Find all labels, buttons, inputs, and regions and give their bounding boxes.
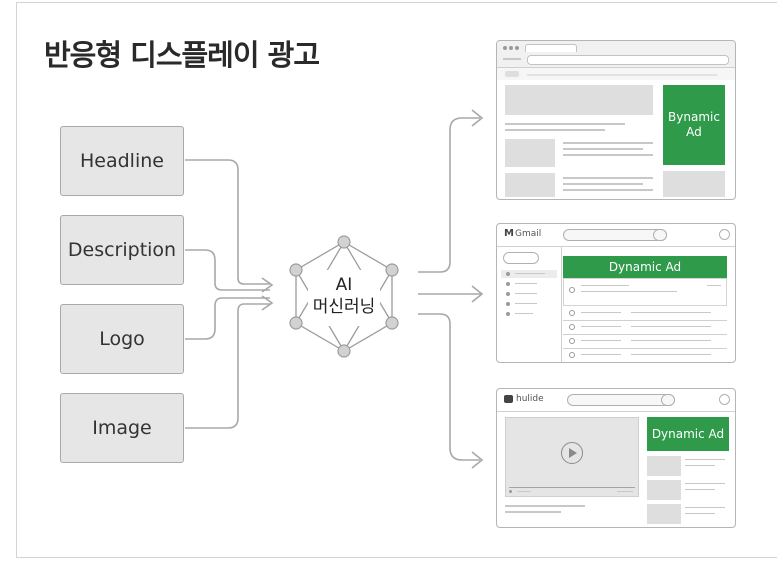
gmail-app-name: Gmail (515, 229, 542, 239)
ml-label: 머신러닝 (312, 297, 376, 317)
address-bar (527, 55, 729, 65)
web-page-mockup: Bynamic Ad (496, 40, 736, 200)
dynamic-ad-gmail: Dynamic Ad (563, 256, 727, 278)
gmail-avatar (719, 229, 730, 240)
video-logo-icon (504, 395, 513, 403)
ai-label: AI (335, 275, 353, 295)
connector-out-web (418, 117, 480, 273)
dynamic-ad-video: Dynamic Ad (647, 417, 729, 451)
input-headline: Headline (60, 126, 184, 196)
connector-headline (185, 159, 270, 285)
connector-image (185, 303, 270, 429)
gmail-logo-icon: M (504, 228, 514, 239)
video-search-bar (567, 394, 675, 406)
input-logo-label: Logo (99, 328, 145, 350)
input-image-label: Image (92, 417, 152, 439)
gmail-mockup: M Gmail Dynamic Ad (496, 223, 736, 363)
input-headline-label: Headline (80, 150, 164, 172)
video-avatar (719, 394, 730, 405)
input-description-label: Description (67, 239, 177, 261)
gmail-search-bar (563, 229, 667, 241)
video-app-name: hulide (516, 394, 544, 404)
compose-button (503, 252, 539, 264)
input-description: Description (60, 215, 184, 285)
ai-engine-label: AI 머신러닝 (294, 274, 394, 318)
video-mockup: hulide Dynamic Ad (496, 388, 736, 528)
dynamic-ad-web: Bynamic Ad (663, 85, 725, 165)
connector-out-video (418, 313, 480, 461)
input-image: Image (60, 393, 184, 463)
input-logo: Logo (60, 304, 184, 374)
browser-tab (525, 44, 577, 52)
